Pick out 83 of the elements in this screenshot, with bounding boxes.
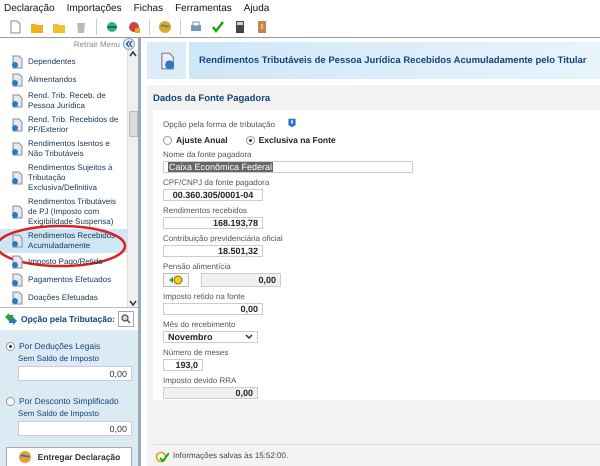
calculator-icon[interactable]: [233, 20, 247, 34]
sidebar-item[interactable]: Rend. Trib. Receb. de Pessoa Jurídica: [0, 89, 127, 113]
month-dropdown[interactable]: Novembro: [163, 331, 258, 343]
amount-field: 0,00: [163, 387, 258, 399]
page-title: Rendimentos Tributáveis de Pessoa Jurídica Recebidos Acumuladamente pelo Titular: [189, 42, 600, 79]
arrows-icon: [4, 312, 18, 326]
amount-field: 0,00: [201, 273, 281, 287]
chevron-down-icon: [245, 334, 253, 340]
number-field[interactable]: 193,0: [163, 359, 203, 371]
new-document-icon[interactable]: [8, 20, 22, 34]
scroll-thumb[interactable]: [128, 110, 138, 136]
document-icon: [10, 273, 24, 287]
panel-title: Opção pela Tributação:: [21, 314, 115, 324]
sidebar-item[interactable]: Rendimentos Recebidos Acumuladamente: [0, 229, 127, 253]
radio-label: Exclusiva na Fonte: [258, 135, 336, 145]
amount-field[interactable]: 18.501,32: [163, 245, 263, 257]
sidebar-item[interactable]: Alimentandos: [0, 71, 127, 89]
menu-item[interactable]: Fichas: [134, 2, 164, 14]
field-label: Rendimentos recebidos: [163, 206, 248, 215]
collapse-menu-label: Retrair Menu: [74, 40, 120, 48]
scroll-down-icon[interactable]: [129, 299, 137, 307]
sidebar-item[interactable]: Imposto Pago/Retido: [0, 253, 127, 271]
balance-value: 0,00: [18, 421, 132, 436]
search-icon: [121, 314, 131, 324]
scroll-up-icon[interactable]: [129, 50, 137, 58]
status-message: Informações salvas às 15:52:00.: [173, 451, 288, 460]
radio-button[interactable]: [163, 136, 172, 144]
document-icon: [10, 171, 24, 185]
radio-button[interactable]: [246, 136, 255, 144]
collapse-button-icon[interactable]: [123, 38, 135, 50]
field-label: Contribuição previdenciária oficial: [163, 234, 284, 243]
field-label: Imposto retido na fonte: [163, 292, 246, 301]
help-book-icon[interactable]: [255, 20, 269, 34]
document-icon: [10, 291, 24, 305]
radio-label: Ajuste Anual: [176, 135, 228, 145]
sidebar-item[interactable]: Dependentes: [0, 53, 127, 71]
text-field[interactable]: Caixa Econômica Federal: [163, 161, 413, 173]
amount-field[interactable]: 168.193,78: [163, 217, 263, 229]
sidebar-item[interactable]: Rendimentos Tributáveis de PJ (Imposto com Exigibilidade Suspensa): [0, 195, 127, 229]
info-icon: [287, 117, 298, 129]
document-icon: [10, 118, 24, 132]
field-label: Imposto devido RRA: [163, 376, 238, 385]
printer-icon[interactable]: [189, 20, 203, 34]
document-icon: [10, 94, 24, 108]
submit-declaration-button[interactable]: Entregar Declaração: [6, 447, 132, 466]
document-icon: [10, 234, 24, 248]
sidebar-item[interactable]: Rendimentos Isentos e Não Tributáveis: [0, 137, 127, 161]
menu-item[interactable]: Ajuda: [244, 2, 270, 14]
radio-label: Por Deduções Legais: [19, 341, 100, 351]
document-icon: [10, 73, 24, 87]
amount-field[interactable]: 0,00: [163, 303, 263, 315]
field-label: Opção pela forma de tributação: [163, 120, 276, 129]
field-label: CPF/CNPJ da fonte pagadora: [163, 178, 270, 187]
document-icon: [10, 142, 24, 156]
menu-item[interactable]: Declaração: [4, 2, 55, 14]
field-label: Nome da fonte pagadora: [163, 150, 253, 159]
balance-value: 0,00: [18, 366, 132, 381]
radio-button[interactable]: [6, 396, 15, 406]
coin-arrow-icon: [169, 275, 183, 285]
checkmark-icon[interactable]: [211, 20, 225, 34]
document-icon: [10, 205, 24, 219]
document-icon: [10, 255, 24, 269]
sidebar-item[interactable]: Pagamentos Efetuados: [0, 271, 127, 289]
coin-arrow-button[interactable]: [163, 273, 189, 287]
balance-label: Sem Saldo de Imposto: [17, 409, 100, 418]
search-button[interactable]: [118, 311, 134, 327]
radio-label: Por Desconto Simplificado: [19, 396, 119, 406]
section-title: Dados da Fonte Pagadora: [153, 93, 272, 104]
balance-label: Sem Saldo de Imposto: [17, 354, 100, 363]
menu-item[interactable]: Ferramentas: [175, 2, 232, 14]
menu-item[interactable]: Importações: [66, 2, 122, 14]
sidebar-item[interactable]: Doações Efetuadas: [0, 289, 127, 307]
document-icon: [10, 55, 24, 69]
globe-icon[interactable]: [158, 20, 172, 34]
sidebar-item[interactable]: Rendimentos Sujeitos à Tributação Exclusiva/Definitiva: [0, 161, 127, 195]
text-field[interactable]: 00.360.305/0001-04: [163, 189, 263, 201]
globe-icon: [18, 450, 32, 464]
sidebar-item[interactable]: Rend. Trib. Recebidos de PF/Exterior: [0, 113, 127, 137]
field-label: Número de meses: [163, 348, 230, 357]
field-label: Pensão alimentícia: [163, 262, 232, 271]
field-label: Mês do recebimento: [163, 320, 236, 329]
globe-lock-icon[interactable]: [127, 20, 141, 34]
radio-button[interactable]: [6, 342, 15, 350]
